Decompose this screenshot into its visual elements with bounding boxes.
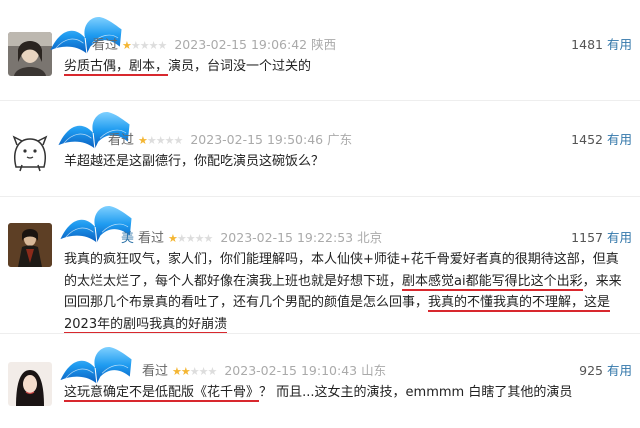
review-text: 这玩意确定不是低配版《花千骨》？ 而且...这女主的演技，emmmm 白瞎了其他…: [64, 382, 630, 403]
rated-label: 看过: [142, 364, 169, 379]
review-time: 2023-02-15 19:22:53: [220, 230, 354, 245]
rating-stars: ★★★★★: [122, 39, 167, 52]
vote-area: 1452 有用: [571, 129, 632, 148]
avatar[interactable]: [8, 129, 52, 173]
review-location: 山东: [361, 363, 387, 378]
underlined-phrase: 这玩意确定不是低配版《花千骨》: [64, 385, 260, 402]
rating-stars: ★★★★★: [168, 232, 213, 245]
rated-label: 看过: [92, 38, 119, 53]
avatar[interactable]: [8, 362, 52, 406]
review-text: 劣质古偶，剧本，演员，台词没一个过关的: [64, 56, 630, 77]
useful-button[interactable]: 有用: [607, 230, 632, 245]
review-location: 陕西: [311, 37, 337, 52]
review-location: 北京: [357, 230, 383, 245]
vote-area: 925 有用: [579, 360, 632, 379]
review-meta: 看过 ★★★★★ 2023-02-15 19:06:42 陕西: [60, 34, 336, 56]
review-meta: 看过 ★★★★★ 2023-02-15 19:50:46 广东: [60, 129, 352, 151]
rating-stars: ★★★★★: [172, 365, 217, 378]
useful-button[interactable]: 有用: [607, 363, 632, 378]
review-time: 2023-02-15 19:06:42: [174, 37, 308, 52]
rating-stars: ★★★★★: [138, 134, 183, 147]
review-time: 2023-02-15 19:10:43: [224, 363, 358, 378]
review-item-3: 美看过 ★★★★★ 2023-02-15 19:22:53 北京 1157 有用 我真的…: [0, 197, 640, 337]
review-meta: 美看过 ★★★★★ 2023-02-15 19:22:53 北京: [60, 227, 382, 249]
vote-count: 925: [579, 363, 603, 378]
vote-count: 1481: [571, 37, 603, 52]
avatar[interactable]: [8, 32, 52, 76]
underlined-phrase: 劣质古偶，: [64, 59, 130, 76]
avatar[interactable]: [8, 223, 52, 267]
vote-count: 1452: [571, 132, 603, 147]
useful-button[interactable]: 有用: [607, 37, 632, 52]
review-text-part: ？ 而且...这女主的演技，emmmm 白瞎了其他的演员: [259, 385, 573, 400]
review-item-2: 看过 ★★★★★ 2023-02-15 19:50:46 广东 1452 有用 羊超越还…: [0, 101, 640, 191]
username-link[interactable]: 美: [60, 227, 134, 246]
underlined-phrase: 剧本感觉ai都能写得比这个出彩: [402, 273, 583, 291]
rated-label: 看过: [138, 231, 165, 246]
rated-label: 看过: [108, 133, 135, 148]
review-item-1: 看过 ★★★★★ 2023-02-15 19:06:42 陕西 1481 有用 劣质古偶…: [0, 0, 640, 100]
review-location: 广东: [327, 132, 353, 147]
review-text: 羊超越还是这副德行，你配吃演员这碗饭么？: [64, 154, 325, 169]
vote-area: 1157 有用: [571, 227, 632, 246]
vote-area: 1481 有用: [571, 34, 632, 53]
underlined-phrase: 剧本，: [129, 59, 169, 76]
review-item-4: 看过 ★★★★★ 2023-02-15 19:10:43 山东 925 有用 这玩意确定…: [0, 334, 640, 428]
review-text-rest: 演员，台词没一个过关的: [168, 59, 312, 74]
useful-button[interactable]: 有用: [607, 132, 632, 147]
review-meta: 看过 ★★★★★ 2023-02-15 19:10:43 山东: [60, 360, 386, 382]
review-time: 2023-02-15 19:50:46: [190, 132, 324, 147]
vote-count: 1157: [571, 230, 603, 245]
review-text: 我真的疯狂叹气，家人们，你们能理解吗，本人仙侠+师徒+花千骨爱好者真的很期待这部…: [64, 249, 630, 335]
